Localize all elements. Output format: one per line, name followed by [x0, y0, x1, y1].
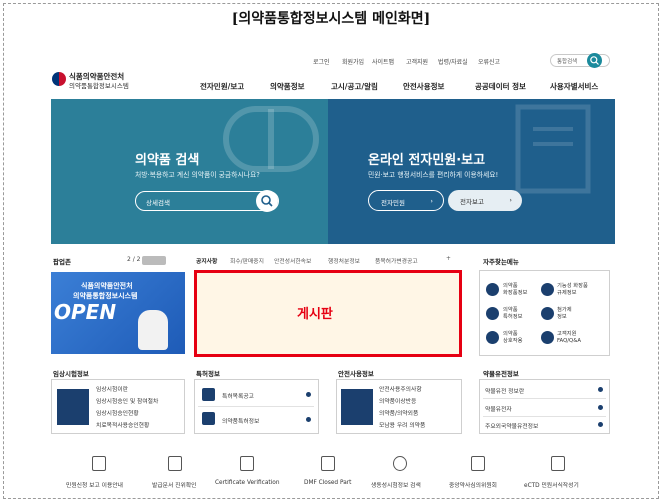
tab-safety-letter[interactable]: 안전성서한속보	[274, 256, 311, 265]
footer-link[interactable]: DMF Closed Part	[304, 480, 351, 486]
hero-e-civil-title: 온라인 전자민원·보고	[368, 153, 486, 168]
tab-permit-change[interactable]: 품목허가변경공고	[375, 256, 418, 265]
tab-more-button[interactable]: +	[446, 256, 451, 262]
util-sitemap-link[interactable]: 사이트맵	[372, 57, 394, 66]
util-error-link[interactable]: 오류신고	[478, 57, 500, 66]
certificate-icon[interactable]	[240, 456, 254, 471]
safety-item[interactable]: 의약품이상반응	[379, 396, 416, 405]
pgx-item[interactable]: 약물유전자	[485, 404, 512, 413]
hero-e-civil-subtitle: 민원·보고 행정서비스를 편리하게 이용하세요!	[368, 171, 499, 179]
util-law-link[interactable]: 법령/자료실	[438, 57, 468, 66]
go-icon[interactable]	[306, 392, 311, 397]
divider	[483, 398, 606, 399]
go-icon[interactable]	[598, 422, 603, 427]
patent-section-title: 특허정보	[196, 370, 220, 378]
clinical-item[interactable]: 임상시험이란	[96, 384, 128, 393]
hero-drug-search-subtitle: 처방·복용하고 계신 의약품이 궁금하시나요?	[135, 171, 260, 179]
tab-recall[interactable]: 회수/판매중지	[230, 256, 264, 265]
chevron-right-icon: ›	[509, 196, 512, 204]
footer-link[interactable]: 중앙약사심의위원회	[449, 480, 497, 489]
quick-item-cosmetic[interactable]: 기능성 화장품 규제정보	[557, 283, 588, 296]
go-icon[interactable]	[306, 417, 311, 422]
footer-link[interactable]: eCTD 민원서식작성기	[524, 480, 579, 489]
banner-open-text: OPEN	[54, 300, 117, 324]
ectd-form-icon[interactable]	[551, 456, 565, 471]
util-support-link[interactable]: 고객지원	[406, 57, 428, 66]
pgx-item[interactable]: 약물유전 정보란	[485, 386, 524, 395]
microscope-icon	[341, 389, 373, 425]
support-icon[interactable]	[541, 331, 554, 344]
patent-list-icon	[202, 388, 215, 401]
quick-item-drug-info[interactable]: 의약품 화장품정보	[503, 283, 527, 296]
government-emblem-icon	[52, 72, 66, 86]
util-signup-link[interactable]: 회원가입	[342, 57, 364, 66]
interaction-icon[interactable]	[486, 331, 499, 344]
safety-item[interactable]: 모남용 우려 의약품	[379, 420, 425, 429]
search-icon[interactable]	[256, 190, 278, 212]
gnb-safety[interactable]: 안전사용정보	[403, 81, 444, 92]
popup-controls[interactable]	[142, 256, 166, 265]
clinical-trial-icon	[57, 389, 89, 425]
drug-info-icon[interactable]	[486, 283, 499, 296]
quick-item-additive[interactable]: 첨가제 정보	[557, 307, 572, 320]
divider	[483, 416, 606, 417]
gnb-e-civil[interactable]: 전자민원/보고	[200, 81, 244, 92]
patent-item[interactable]: 의약품특허정보	[222, 416, 259, 425]
patent-info-icon	[202, 412, 215, 425]
cosmetic-info-icon[interactable]	[541, 283, 554, 296]
clinical-item[interactable]: 임상시험승인 및 참여절차	[96, 396, 158, 405]
person-illustration	[138, 310, 168, 350]
quick-menu-title: 자주찾는메뉴	[483, 258, 519, 266]
committee-icon[interactable]	[471, 456, 485, 471]
clinical-section-title: 임상시험정보	[53, 370, 89, 378]
patent-icon[interactable]	[486, 307, 499, 320]
quick-item-interaction[interactable]: 의약품 상호작용	[503, 331, 523, 344]
hero-drug-search-title: 의약품 검색	[135, 153, 200, 168]
caption: [의약품통합정보시스템 메인화면]	[231, 11, 431, 27]
search-icon[interactable]	[587, 53, 602, 68]
footer-link[interactable]: 생동성시험정보 검색	[371, 480, 421, 489]
popup-zone-title: 팝업존	[53, 258, 71, 266]
footer-link[interactable]: Certificate Verification	[215, 480, 280, 486]
e-civil-button[interactable]: 전자민원 ›	[368, 190, 444, 211]
board-label: 게시판	[297, 307, 333, 322]
footer-link[interactable]: 발급문서 진위확인	[152, 480, 197, 489]
divider	[198, 406, 314, 407]
patent-item[interactable]: 특허목록공고	[222, 391, 254, 400]
quick-item-patent[interactable]: 의약품 특허정보	[503, 307, 523, 320]
pgx-item[interactable]: 주요외국약물유전정보	[485, 421, 538, 430]
popup-page-indicator: 2 / 2	[127, 256, 141, 263]
document-verify-icon[interactable]	[168, 456, 182, 471]
gnb-drug-info[interactable]: 의약품정보	[270, 81, 305, 92]
safety-section-title: 안전사용정보	[338, 370, 374, 378]
gnb-public-data[interactable]: 공공데이터 정보	[475, 81, 526, 92]
dmf-document-icon[interactable]	[321, 456, 335, 471]
magnifier-icon[interactable]	[393, 456, 407, 471]
additive-icon[interactable]	[541, 307, 554, 320]
clinical-item[interactable]: 임상시험승인현황	[96, 408, 139, 417]
chevron-right-icon: ›	[430, 197, 433, 205]
footer-link[interactable]: 민원신청 보고 이용안내	[66, 480, 123, 489]
go-icon[interactable]	[598, 387, 603, 392]
website: 로그인 회원가입 사이트맵 고객지원 법령/자료실 오류신고 통합검색 식품의약…	[42, 47, 615, 493]
safety-item[interactable]: 의약품/의약외품	[379, 408, 418, 417]
clinical-item[interactable]: 치료목적사용승인현황	[96, 420, 149, 429]
gnb-notice[interactable]: 고시/공고/알림	[331, 81, 378, 92]
tab-notice[interactable]: 공지사항	[196, 256, 217, 265]
guide-icon[interactable]	[92, 456, 106, 471]
pgx-section-title: 약물유전정보	[483, 370, 519, 378]
util-login-link[interactable]: 로그인	[313, 57, 330, 66]
banner-ministry-name: 식품의약품안전처	[81, 282, 133, 290]
quick-item-support[interactable]: 고객지원 FAQ/Q&A	[557, 331, 581, 344]
safety-item[interactable]: 안전사용주의사항	[379, 384, 422, 393]
gnb-user-service[interactable]: 사용자별서비스	[550, 81, 598, 92]
logo-system-name[interactable]: 의약품통합정보시스템	[69, 80, 129, 90]
tab-admin-action[interactable]: 행정처분정보	[328, 256, 360, 265]
e-report-button[interactable]: 전자보고 ›	[448, 190, 522, 211]
go-icon[interactable]	[598, 405, 603, 410]
